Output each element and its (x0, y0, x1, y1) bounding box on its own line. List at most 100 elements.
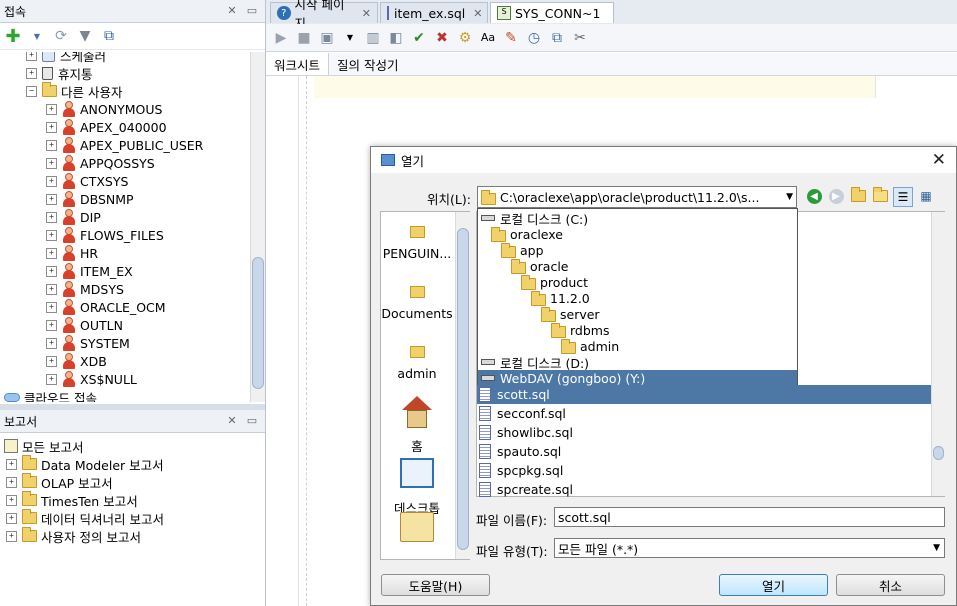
location-option[interactable]: server (478, 306, 797, 322)
places-scrollbar[interactable] (455, 212, 470, 559)
schema-browser-icon[interactable]: ⧉ (100, 27, 118, 45)
expand-icon[interactable]: + (46, 211, 57, 223)
file-item[interactable]: secconf.sql (477, 404, 931, 423)
tree-item-all-reports[interactable]: 모든 보고서 (0, 437, 265, 455)
expand-icon[interactable]: + (46, 157, 57, 169)
file-item[interactable]: showlibc.sql (477, 423, 931, 442)
tree-item[interactable]: + SYSTEM (0, 334, 250, 352)
tree-item[interactable]: + APEX_PUBLIC_USER (0, 136, 250, 154)
close-icon[interactable]: ✕ (225, 414, 239, 428)
run-statement-icon[interactable]: ▶ (272, 29, 290, 47)
unshared-worksheet-icon[interactable]: ⧉ (548, 29, 566, 47)
location-combo[interactable]: C:\oraclexe\app\oracle\product\11.2.0\s.… (477, 186, 797, 208)
tree-item[interactable]: + APPQOSSYS (0, 154, 250, 172)
expand-icon[interactable]: + (46, 265, 57, 277)
filter-icon[interactable]: ▼ (76, 27, 94, 45)
place-item[interactable]: 데스크톱 (381, 458, 453, 517)
tree-item[interactable]: + 휴지통 (0, 64, 250, 82)
minimize-icon[interactable]: ▭ (245, 4, 259, 18)
tree-item[interactable]: + OUTLN (0, 316, 250, 334)
location-option[interactable]: app (478, 242, 797, 258)
back-icon[interactable]: ◀ (805, 187, 823, 205)
file-list-scrollbar[interactable] (931, 212, 945, 496)
up-folder-icon[interactable] (849, 187, 867, 205)
tab-worksheet[interactable]: 워크시트 (266, 53, 330, 75)
clear-icon[interactable]: ✎ (502, 29, 520, 47)
location-option[interactable]: 로컬 디스크 (D:) (478, 354, 797, 371)
run-script-icon[interactable]: ■ (295, 29, 313, 47)
close-tab-icon[interactable]: ✕ (362, 7, 371, 20)
tools-icon[interactable]: ✂ (571, 29, 589, 47)
expand-icon[interactable]: + (46, 301, 57, 313)
tree-item-report[interactable]: + Data Modeler 보고서 (0, 455, 265, 473)
location-option[interactable]: 11.2.0 (478, 290, 797, 306)
open-button[interactable]: 열기 (719, 574, 828, 596)
expand-icon[interactable]: + (46, 139, 57, 151)
expand-icon[interactable]: + (46, 355, 57, 367)
expand-icon[interactable]: + (6, 530, 17, 542)
expand-icon[interactable]: + (46, 373, 57, 385)
expand-icon[interactable]: + (6, 494, 17, 506)
location-option[interactable]: WebDAV (gongboo) (Y:) (478, 370, 797, 386)
file-item[interactable]: spcreate.sql (477, 480, 931, 499)
tab-sys-conn[interactable]: S SYS_CONN~1 (490, 2, 614, 23)
close-icon[interactable]: ✕ (932, 150, 946, 170)
tree-item[interactable]: + ORACLE_OCM (0, 298, 250, 316)
scroll-thumb[interactable] (252, 257, 264, 389)
commit-icon[interactable]: ▣ (318, 29, 336, 47)
details-view-icon[interactable]: ▦ (917, 187, 935, 205)
file-item[interactable]: spauto.sql (477, 442, 931, 461)
expand-icon[interactable]: + (46, 229, 57, 241)
tree-item[interactable]: + MDSYS (0, 280, 250, 298)
place-item[interactable] (381, 512, 453, 542)
tree-item-cloud-connections[interactable]: 클라우드 접속 (0, 388, 250, 402)
location-option[interactable]: oraclexe (478, 226, 797, 242)
new-folder-icon[interactable] (871, 187, 889, 205)
file-item[interactable]: spcpkg.sql (477, 461, 931, 480)
tree-item[interactable]: + DBSNMP (0, 190, 250, 208)
explain-plan-icon[interactable]: ▥ (364, 29, 382, 47)
minimize-icon[interactable]: ▭ (245, 414, 259, 428)
expand-icon[interactable]: + (46, 103, 57, 115)
scroll-thumb[interactable] (933, 446, 944, 460)
refresh-icon[interactable]: ⟳ (52, 27, 70, 45)
scroll-thumb[interactable] (457, 228, 469, 550)
rollback-icon[interactable]: ✖ (433, 29, 451, 47)
place-item[interactable]: Documents (381, 286, 453, 321)
tree-item[interactable]: + FLOWS_FILES (0, 226, 250, 244)
tree-item[interactable]: + APEX_040000 (0, 118, 250, 136)
expand-icon[interactable]: + (46, 247, 57, 259)
chevron-down-icon[interactable]: ▼ (341, 29, 359, 47)
tree-item-report[interactable]: + 사용자 정의 보고서 (0, 527, 265, 545)
chevron-down-icon[interactable]: ▼ (786, 192, 793, 202)
history-icon[interactable]: ◷ (525, 29, 543, 47)
forward-icon[interactable]: ▶ (827, 187, 845, 205)
commit-check-icon[interactable]: ✔ (410, 29, 428, 47)
close-icon[interactable]: ✕ (225, 4, 239, 18)
expand-icon[interactable]: + (26, 52, 37, 61)
expand-icon[interactable]: + (46, 193, 57, 205)
expand-icon[interactable]: + (46, 121, 57, 133)
place-item[interactable]: PENGUIN... (381, 226, 453, 261)
add-connection-icon[interactable]: ✚ (4, 26, 22, 47)
connections-scrollbar[interactable] (250, 52, 265, 402)
tree-item[interactable]: + XS$NULL (0, 370, 250, 388)
location-option[interactable]: rdbms (478, 322, 797, 338)
chevron-down-icon[interactable]: ▼ (933, 543, 940, 553)
expand-icon[interactable]: + (46, 319, 57, 331)
tree-item[interactable]: + ANONYMOUS (0, 100, 250, 118)
tree-item[interactable]: + 스케줄러 (0, 52, 250, 64)
sql-tuning-icon[interactable]: ⚙ (456, 29, 474, 47)
tab-query-builder[interactable]: 질의 작성기 (329, 53, 406, 75)
cancel-button[interactable]: 취소 (836, 574, 945, 596)
location-option[interactable]: 로컬 디스크 (C:) (478, 210, 797, 227)
chevron-down-icon[interactable]: ▼ (28, 27, 46, 45)
place-item[interactable]: admin (381, 346, 453, 381)
location-option[interactable]: oracle (478, 258, 797, 274)
tree-item-report[interactable]: + OLAP 보고서 (0, 473, 265, 491)
expand-icon[interactable]: + (26, 67, 37, 79)
tree-item-report[interactable]: + TimesTen 보고서 (0, 491, 265, 509)
tab-item-ex-sql[interactable]: item_ex.sql ✕ (380, 2, 488, 23)
expand-icon[interactable]: + (6, 512, 17, 524)
collapse-icon[interactable]: − (26, 85, 37, 97)
